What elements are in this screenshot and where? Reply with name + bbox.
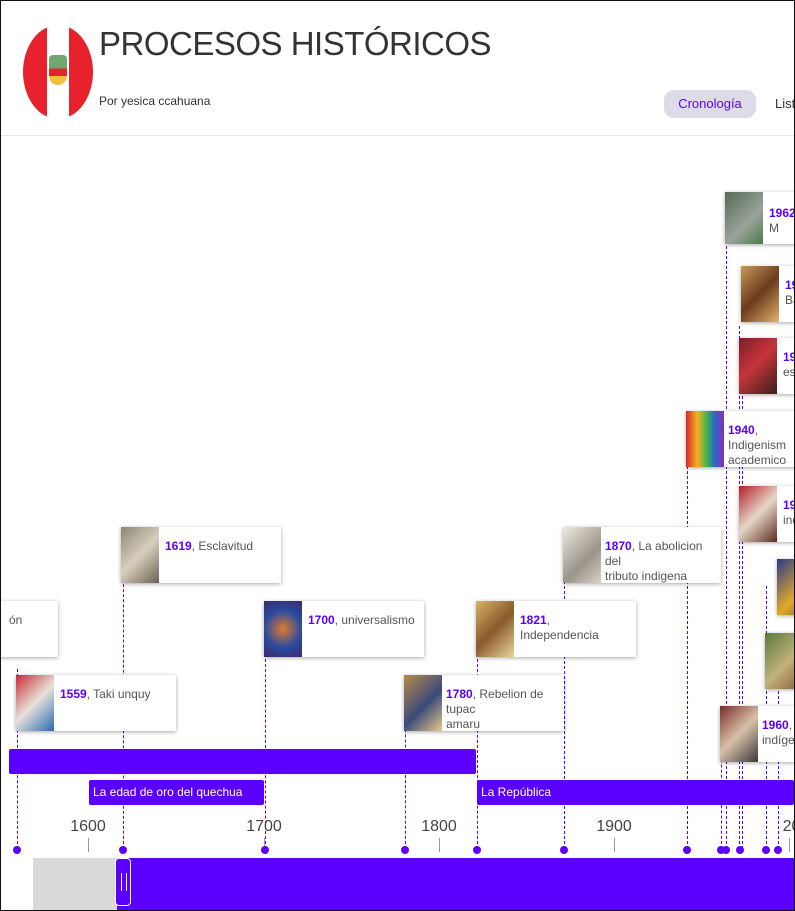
timeline-area: 1962, M 197Bá 197esta 1940, Indigenismac… (1, 136, 794, 910)
event-line (739, 326, 740, 849)
event-card[interactable]: 1940, Indigenism academico (686, 411, 794, 467)
event-dot[interactable] (683, 846, 691, 854)
app-frame: PROCESOS HISTÓRICOS Por yesica ccahuana … (0, 0, 795, 911)
event-card[interactable] (777, 559, 794, 615)
event-dot[interactable] (774, 846, 782, 854)
event-card[interactable]: 1619, Esclavitud (121, 527, 281, 583)
event-dot[interactable] (119, 846, 127, 854)
tab-cronologia[interactable]: Cronología (664, 90, 756, 118)
axis-label: 1900 (596, 818, 632, 835)
axis-label: 200 (782, 818, 794, 835)
event-dot[interactable] (722, 846, 730, 854)
event-thumbnail (686, 411, 724, 467)
event-card[interactable]: 1960, Mindígena (720, 706, 794, 762)
grip-icon (121, 873, 127, 891)
event-card[interactable]: 1870, La abolicion del tributo indigena (563, 527, 721, 583)
axis-label: 1700 (246, 818, 282, 835)
period-bar[interactable]: La edad de oro del quechua (89, 780, 264, 805)
event-thumbnail (725, 192, 763, 244)
axis-tick (614, 838, 615, 852)
event-thumbnail (264, 601, 302, 657)
event-card[interactable]: ón (1, 601, 58, 657)
event-card[interactable]: 1780, Rebelion de tupac amaru (404, 675, 564, 731)
tab-lista[interactable]: List (775, 90, 794, 118)
peru-flag-logo-icon (23, 25, 93, 119)
event-card[interactable] (765, 633, 794, 689)
event-thumbnail (121, 527, 159, 583)
event-dot[interactable] (560, 846, 568, 854)
event-dot[interactable] (401, 846, 409, 854)
axis-label: 1800 (421, 818, 457, 835)
event-line (564, 556, 565, 849)
event-dot[interactable] (762, 846, 770, 854)
axis-tick (88, 838, 89, 852)
event-card[interactable]: 1700, universalismo (264, 601, 424, 657)
event-card[interactable]: 197Bá (741, 266, 794, 322)
event-thumbnail (739, 338, 777, 394)
event-card[interactable]: 1559, Taki unquy (16, 675, 176, 731)
event-dot[interactable] (736, 846, 744, 854)
event-thumbnail (739, 486, 777, 542)
event-thumbnail (404, 675, 442, 731)
period-bar[interactable]: La República (477, 780, 794, 805)
axis-label: 1600 (70, 818, 106, 835)
axis-tick (789, 838, 790, 852)
event-thumbnail (16, 675, 54, 731)
event-thumbnail (476, 601, 514, 657)
event-thumbnail (563, 527, 601, 583)
event-card[interactable]: 197indi (739, 486, 794, 542)
period-bar[interactable] (9, 749, 476, 774)
event-dot[interactable] (261, 846, 269, 854)
timeline-overview-range[interactable] (117, 858, 794, 910)
event-thumbnail (777, 559, 794, 615)
event-thumbnail (720, 706, 758, 762)
range-drag-handle[interactable] (115, 858, 131, 906)
event-thumbnail (741, 266, 779, 322)
event-thumbnail (765, 633, 794, 689)
page-title: PROCESOS HISTÓRICOS (99, 25, 492, 62)
axis-tick (439, 838, 440, 852)
event-dot[interactable] (13, 846, 21, 854)
event-card[interactable]: 1962, M (725, 192, 794, 244)
event-dot[interactable] (473, 846, 481, 854)
event-card[interactable]: 197esta (739, 338, 794, 394)
event-card[interactable]: 1821, Independencia (476, 601, 636, 657)
author-label: Por yesica ccahuana (99, 94, 211, 108)
header: PROCESOS HISTÓRICOS Por yesica ccahuana … (1, 1, 794, 136)
